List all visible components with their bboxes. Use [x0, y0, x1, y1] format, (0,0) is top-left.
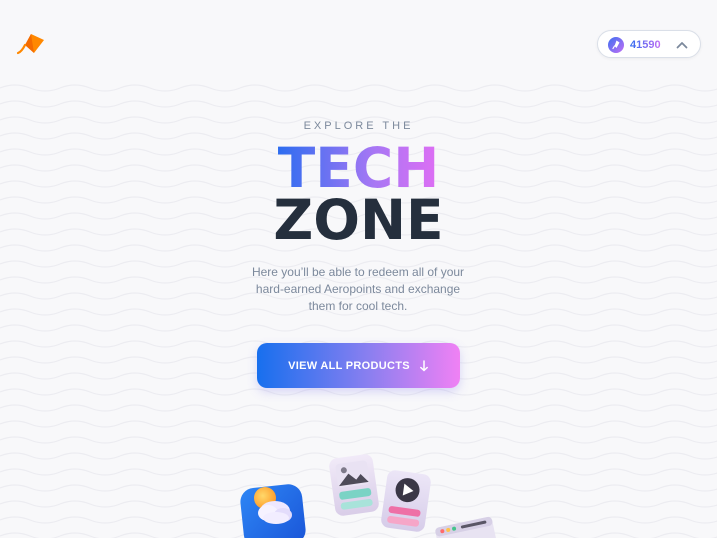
- arrow-down-icon: [419, 359, 428, 371]
- hero-description: Here you’ll be able to redeem all of you…: [251, 265, 465, 313]
- weather-app-icon: [240, 484, 306, 538]
- kite-logo-icon[interactable]: [16, 31, 46, 59]
- hero-title-line-2: ZONE: [273, 188, 444, 252]
- browser-window-icon: [435, 516, 496, 538]
- points-balance-button[interactable]: 41590: [597, 30, 701, 58]
- view-all-products-label: VIEW ALL PRODUCTS: [288, 359, 410, 372]
- video-app-icon: [381, 470, 431, 532]
- chevron-up-icon[interactable]: [675, 38, 689, 52]
- view-all-products-button[interactable]: VIEW ALL PRODUCTS: [257, 343, 460, 388]
- gallery-app-icon: [329, 454, 379, 516]
- aeropoint-coin-icon: [608, 37, 624, 53]
- points-value: 41590: [630, 39, 661, 51]
- hero-eyebrow: EXPLORE THE: [303, 120, 414, 132]
